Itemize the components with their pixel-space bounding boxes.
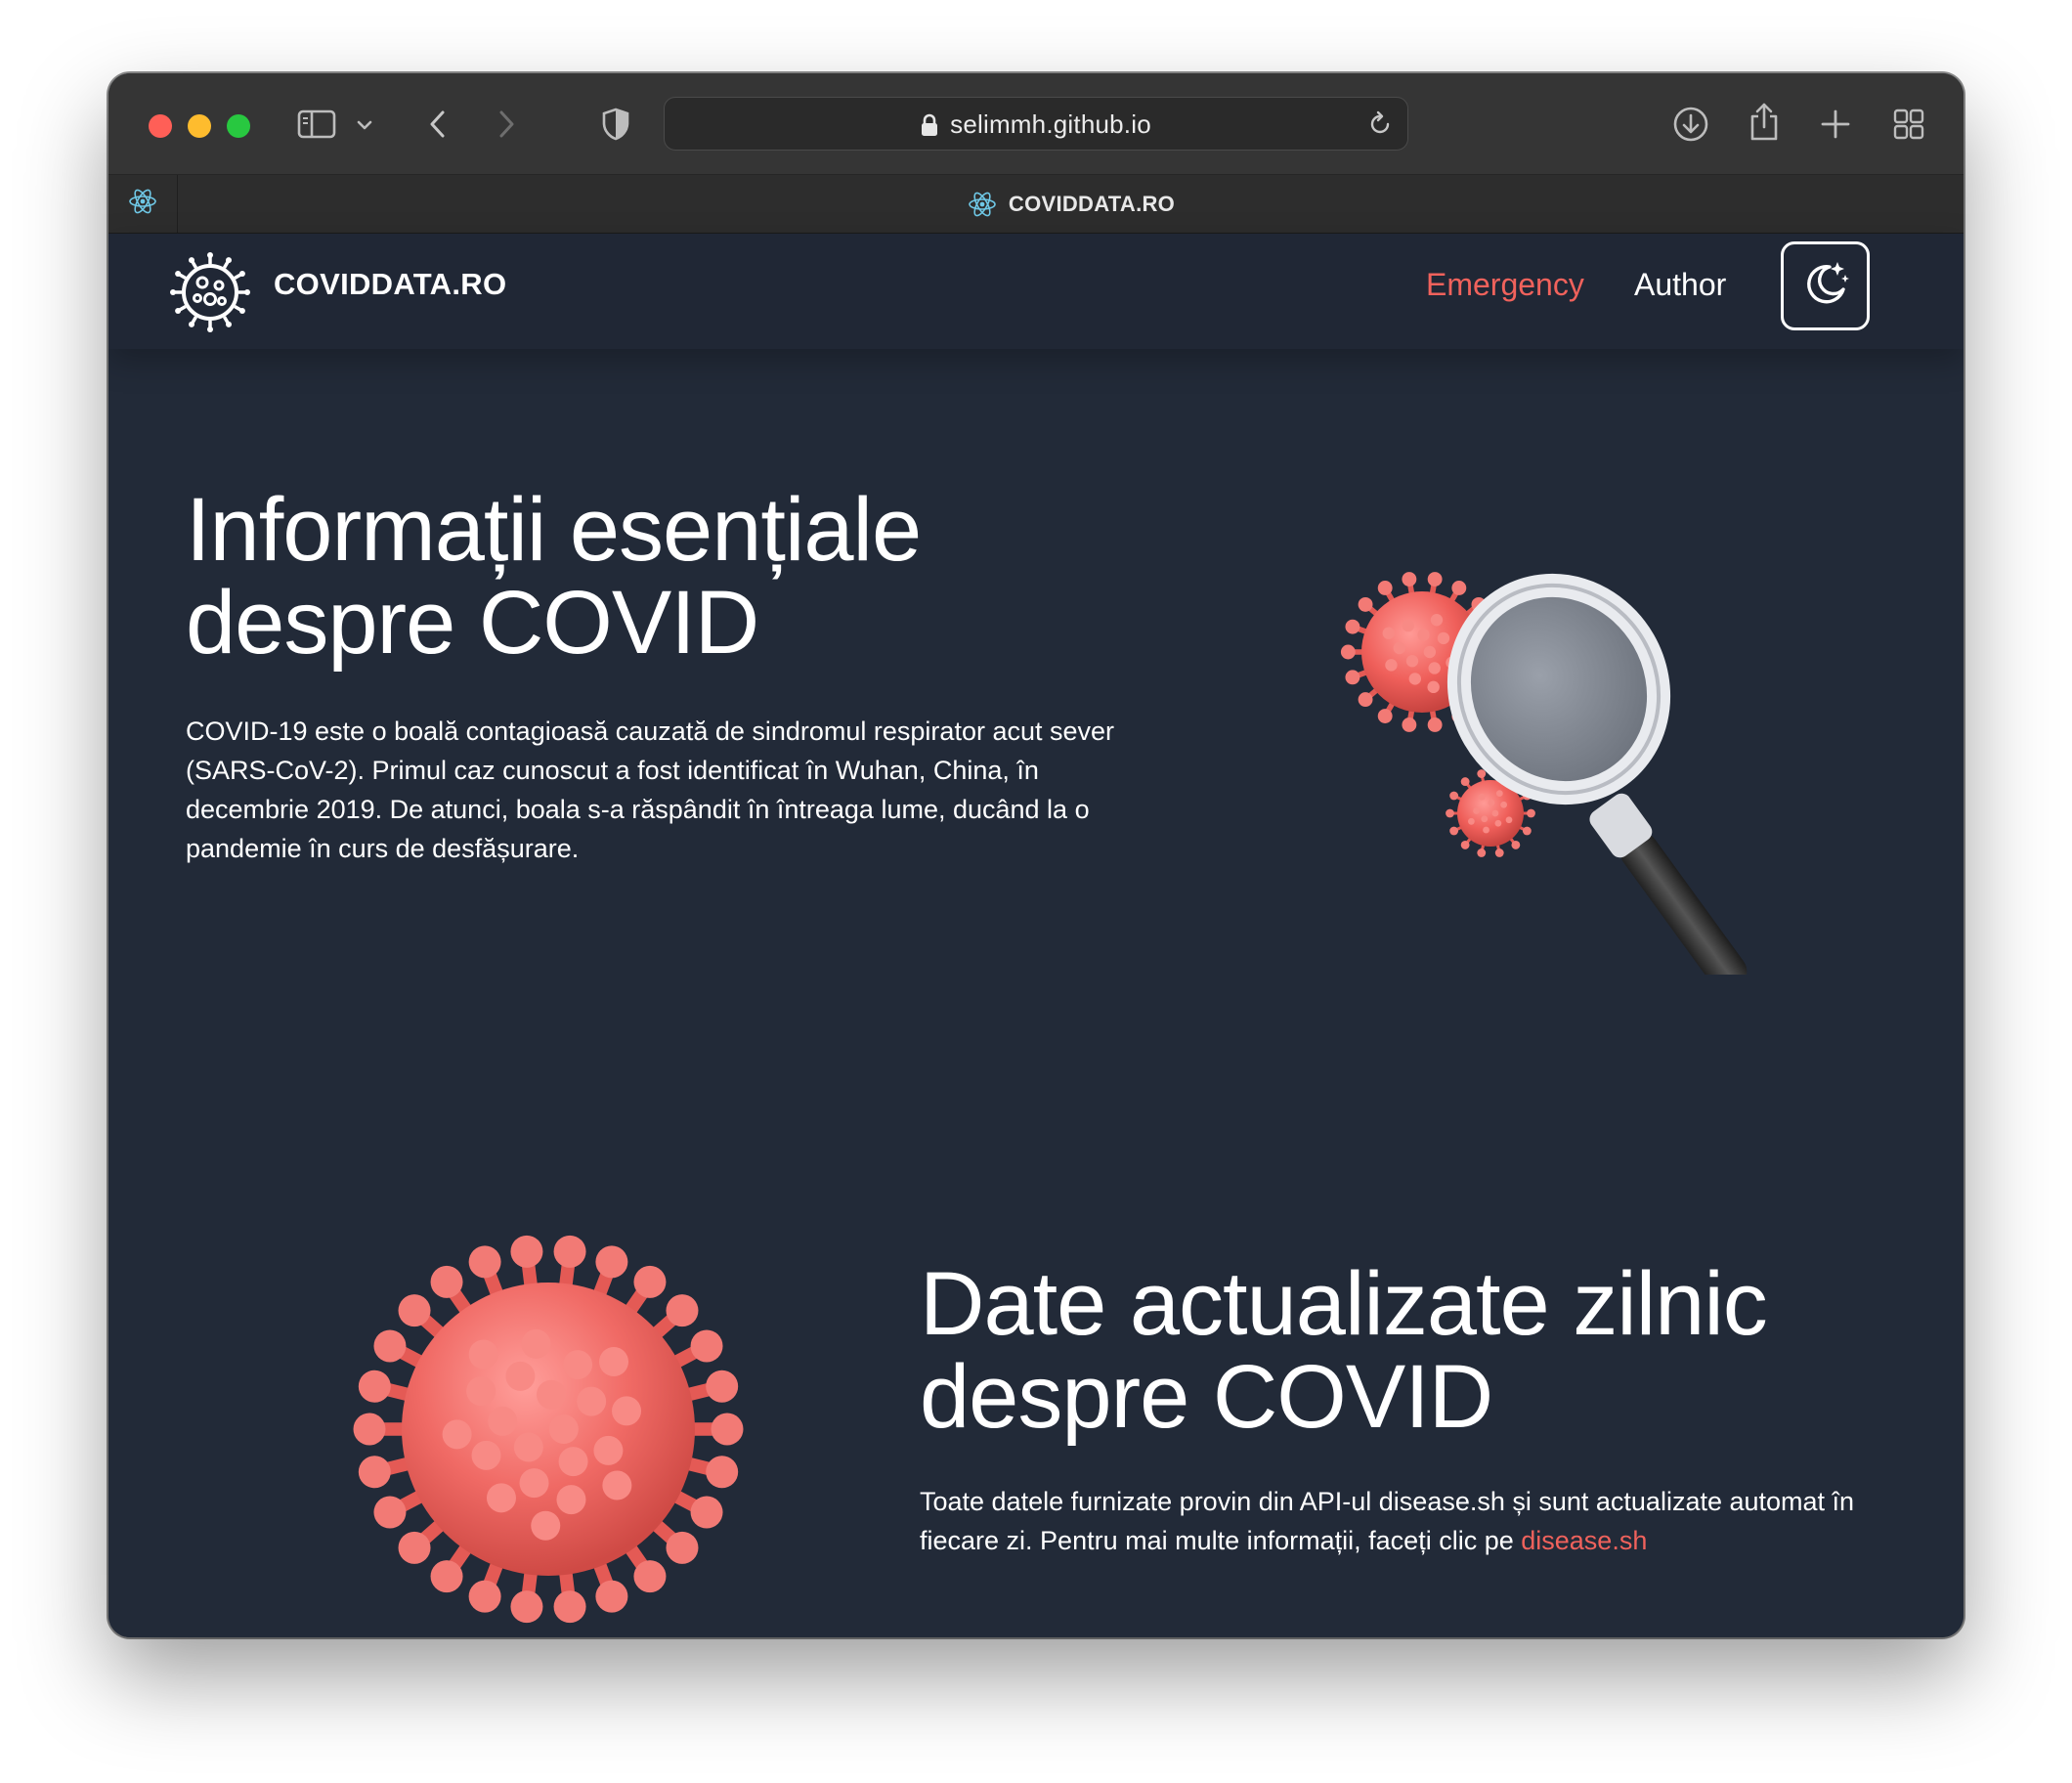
address-bar[interactable]: selimmh.github.io xyxy=(664,97,1408,151)
minimize-window-button[interactable] xyxy=(188,114,211,138)
theme-toggle-button[interactable] xyxy=(1781,241,1870,330)
section1-paragraph: COVID-19 este o boală contagioasă cauzat… xyxy=(186,717,1115,863)
brand-name[interactable]: COVIDDATA.RO xyxy=(274,263,506,306)
tab-title: COVIDDATA.RO xyxy=(1008,191,1176,216)
url-text: selimmh.github.io xyxy=(950,109,1151,139)
new-tab-plus-icon[interactable] xyxy=(1819,108,1852,141)
section2-title: Date actualizate zilnic despre COVID xyxy=(920,1258,1956,1444)
react-logo-icon xyxy=(128,187,157,221)
share-icon[interactable] xyxy=(1748,102,1781,143)
nav-link-emergency[interactable]: Emergency xyxy=(1426,263,1584,306)
browser-toolbar: selimmh.github.io xyxy=(108,73,1964,174)
back-arrow-icon[interactable] xyxy=(424,109,452,140)
chevron-down-icon[interactable] xyxy=(354,114,375,136)
section1-title: Informații esențiale despre COVID xyxy=(186,484,1065,670)
browser-window: selimmh.github.io COVIDDATA.RO COVIDDATA… xyxy=(108,73,1964,1637)
maximize-window-button[interactable] xyxy=(227,114,250,138)
section1-title-line2: despre COVID xyxy=(186,573,759,673)
lock-icon xyxy=(921,113,938,137)
close-window-button[interactable] xyxy=(149,114,172,138)
tab-overview-icon[interactable] xyxy=(1892,108,1925,141)
section2-paragraph: Toate datele furnizate provin din API-ul… xyxy=(920,1482,1917,1560)
virus-logo-icon[interactable] xyxy=(170,252,250,337)
privacy-shield-icon[interactable] xyxy=(600,107,631,142)
react-logo-icon xyxy=(968,190,997,219)
large-virus-illustration xyxy=(333,1214,763,1637)
active-tab[interactable]: COVIDDATA.RO xyxy=(179,175,1964,233)
pinned-tab[interactable] xyxy=(108,175,178,233)
nav-link-author[interactable]: Author xyxy=(1634,263,1726,306)
section2-title-line2: despre COVID xyxy=(920,1347,1493,1447)
section1-title-line1: Informații esențiale xyxy=(186,480,922,580)
tab-bar: COVIDDATA.RO xyxy=(108,174,1964,235)
section2-paragraph-text: Toate datele furnizate provin din API-ul… xyxy=(920,1487,1855,1555)
section2-title-line1: Date actualizate zilnic xyxy=(920,1254,1768,1354)
disease-sh-link[interactable]: disease.sh xyxy=(1521,1526,1647,1555)
forward-arrow-icon[interactable] xyxy=(493,109,520,140)
moon-stars-icon xyxy=(1800,258,1851,314)
site-navbar: COVIDDATA.RO Emergency Author xyxy=(108,234,1964,349)
reload-icon[interactable] xyxy=(1366,110,1394,143)
downloads-icon[interactable] xyxy=(1672,106,1709,143)
web-page: COVIDDATA.RO Emergency Author Informații… xyxy=(108,234,1964,1637)
magnifier-virus-illustration xyxy=(1315,544,1862,992)
sidebar-toggle-icon[interactable] xyxy=(297,109,336,140)
